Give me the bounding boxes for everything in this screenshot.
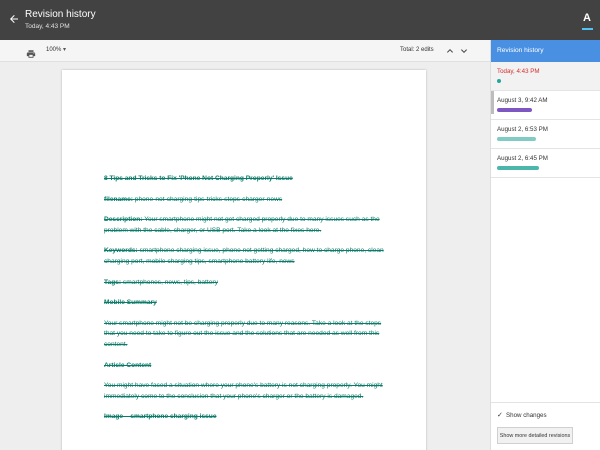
keywords-label: Keywords: (104, 247, 138, 255)
revision-author-bar (497, 166, 539, 170)
revision-item[interactable]: August 3, 9:42 AM (491, 91, 600, 120)
mobile-summary-text: Your smartphone might not be charging pr… (104, 319, 382, 348)
revision-list: Today, 4:43 PM August 3, 9:42 AM August … (491, 62, 600, 178)
revision-sidebar: Revision history Today, 4:43 PM August 3… (490, 40, 600, 450)
avatar-underline (582, 28, 593, 30)
chevron-down-icon[interactable]: ▾ (63, 46, 66, 53)
description-value: Your smartphone might not get charged pr… (104, 216, 380, 234)
filename-label: filename: (104, 195, 133, 203)
sidebar-footer: ✓ Show changes Show more detailed revisi… (491, 402, 600, 450)
show-changes-toggle[interactable]: ✓ Show changes (497, 412, 547, 419)
app-header: Revision history Today, 4:43 PM A (0, 0, 600, 40)
filename-line: filename: phone-not-charging-tips-tricks… (104, 195, 386, 206)
revision-item[interactable]: August 2, 6:45 PM (491, 149, 600, 178)
revision-date: August 2, 6:53 PM (497, 126, 548, 133)
show-changes-label: Show changes (506, 412, 547, 419)
back-button[interactable] (4, 9, 24, 29)
zoom-level[interactable]: 100% (46, 47, 61, 53)
revision-date: August 3, 9:42 AM (497, 97, 548, 104)
revision-author-bar (497, 108, 532, 112)
document-area[interactable]: 8 Tips and Tricks to Fix 'Phone Not Char… (0, 62, 490, 450)
filename-value: phone-not-charging-tips-tricks-steps-cha… (134, 195, 283, 203)
tags-value: smartphones, news, tips, battery (122, 278, 218, 286)
chevron-down-icon (461, 49, 467, 53)
keywords-line: Keywords: smartphone charging issue, pho… (104, 246, 386, 267)
page-title: Revision history (25, 9, 96, 20)
detailed-revisions-button[interactable]: Show more detailed revisions (497, 427, 573, 444)
total-edits: Total: 2 edits (400, 47, 434, 53)
page-subtitle: Today, 4:43 PM (25, 23, 70, 30)
print-icon[interactable] (26, 46, 36, 58)
document-content: 8 Tips and Tricks to Fix 'Phone Not Char… (104, 174, 386, 433)
description-line: Description: Your smartphone might not g… (104, 215, 386, 236)
account-avatar[interactable]: A (577, 8, 597, 28)
keywords-value: smartphone charging issue, phone not get… (104, 247, 384, 265)
mobile-summary-heading: Mobile Summary (104, 299, 157, 307)
arrow-back-icon (10, 15, 18, 23)
tags-label: Tags: (104, 278, 122, 286)
chevron-up-icon (447, 49, 453, 53)
toolbar: 100% ▾ Total: 2 edits (0, 40, 490, 62)
description-label: Description: (104, 216, 143, 224)
revision-item[interactable]: Today, 4:43 PM (491, 62, 600, 91)
revision-author-bar (497, 137, 536, 141)
revision-date: Today, 4:43 PM (497, 68, 540, 75)
show-changes-checkbox[interactable]: ✓ (497, 412, 504, 419)
image-line: Image – smartphone charging issue (104, 413, 217, 421)
tags-line: Tags: smartphones, news, tips, battery (104, 278, 386, 289)
revision-item[interactable]: August 2, 6:53 PM (491, 120, 600, 149)
document-heading: 8 Tips and Tricks to Fix 'Phone Not Char… (104, 175, 293, 182)
article-content-heading: Article Content (104, 361, 152, 369)
revision-date: August 2, 6:45 PM (497, 155, 548, 162)
revision-author-bar (497, 79, 501, 83)
sidebar-title: Revision history (491, 40, 600, 62)
article-content-text: You might have faced a situation where y… (104, 382, 383, 400)
next-edit-button[interactable] (458, 44, 470, 56)
document-page[interactable]: 8 Tips and Tricks to Fix 'Phone Not Char… (62, 70, 426, 450)
previous-edit-button[interactable] (444, 44, 456, 56)
